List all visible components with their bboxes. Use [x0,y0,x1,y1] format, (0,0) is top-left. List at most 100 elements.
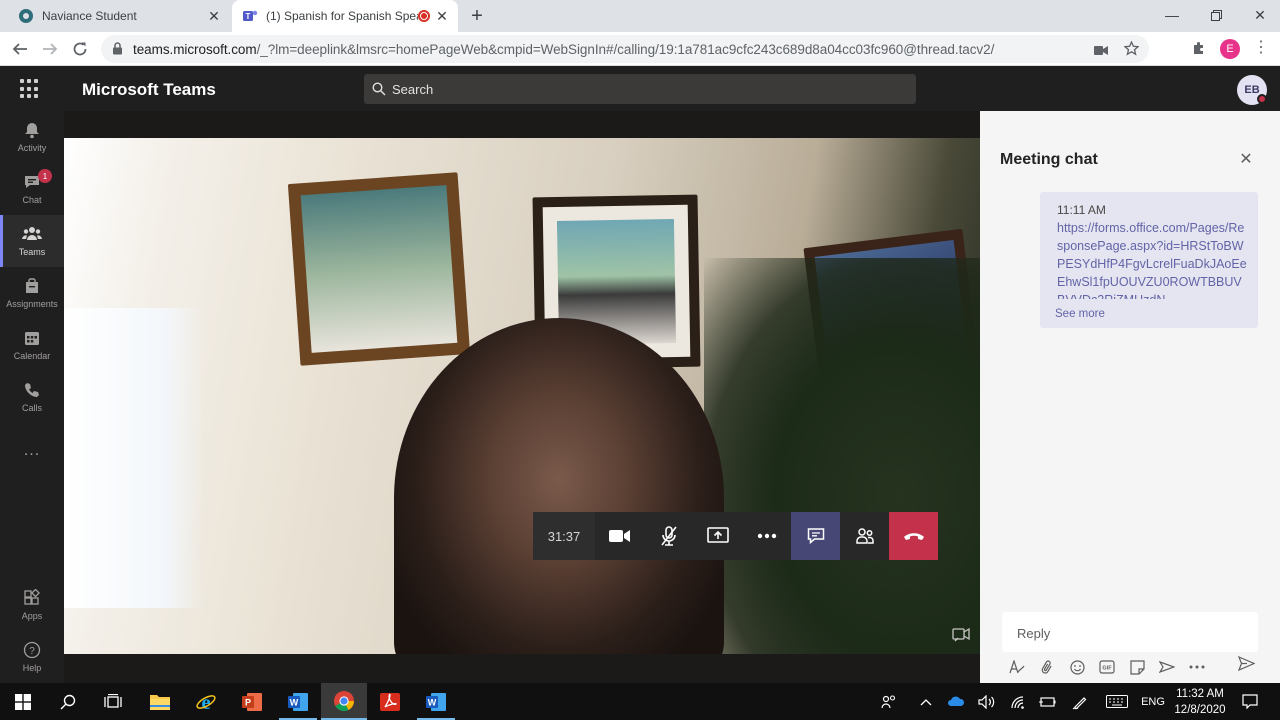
send-icon[interactable] [1237,655,1256,676]
forward-icon[interactable] [38,37,62,61]
task-view-button[interactable] [90,683,136,720]
video-camera-icon [608,530,630,542]
battery-icon[interactable] [1035,683,1059,720]
more-options-icon[interactable] [1182,655,1212,679]
recording-indicator-icon [418,10,430,22]
search-icon [60,694,76,709]
tab-naviance-student[interactable]: Naviance Student ✕ [8,0,230,32]
taskbar-chrome[interactable] [321,683,367,720]
rail-item-assignments[interactable]: Assignments [0,267,64,319]
apps-icon [24,589,40,605]
svg-text:W: W [428,697,437,707]
rail-item-help[interactable]: ? Help [0,631,64,683]
calendar-icon [25,332,39,345]
reply-input[interactable]: Reply [1002,612,1258,652]
word-icon: W [288,692,308,711]
rail-item-teams[interactable]: Teams [0,215,64,267]
more-actions-button[interactable] [742,512,791,560]
teams-favicon-icon: T [242,8,258,24]
touch-keyboard-icon[interactable] [1104,683,1130,720]
hang-up-button[interactable] [889,512,938,560]
app-title: Microsoft Teams [82,80,216,99]
assignments-icon [26,278,38,293]
pen-workspace-icon[interactable] [1068,683,1092,720]
address-bar[interactable]: teams.microsoft.com/_?lm=deeplink&lmsrc=… [101,35,1149,63]
meeting-chat-panel: Meeting chat ✕ 11:11 AM https://forms.of… [980,111,1280,683]
restore-window-icon[interactable] [1194,0,1238,30]
search-input[interactable]: Search [364,74,916,104]
close-tab-icon[interactable]: ✕ [204,6,224,26]
close-window-icon[interactable]: ✕ [1238,0,1280,30]
taskbar-internet-explorer[interactable]: e [183,683,229,720]
show-conversation-button[interactable] [791,512,840,560]
wall-picture-frame [287,172,471,366]
chat-unread-badge: 1 [38,169,52,183]
task-view-icon [104,693,122,708]
onedrive-icon[interactable] [944,683,968,720]
close-chat-icon[interactable]: ✕ [1236,149,1256,169]
camera-toggle-button[interactable] [595,512,644,560]
share-screen-button[interactable] [693,512,742,560]
url-host: teams.microsoft.com [133,42,257,57]
camera-in-use-icon[interactable] [1094,43,1108,61]
device-settings-icon[interactable] [952,626,970,647]
message-link[interactable]: https://forms.office.com/Pages/ResponseP… [1057,219,1247,299]
rail-item-activity[interactable]: Activity [0,111,64,163]
call-controls-bar: 31:37 [533,512,938,560]
see-more-link[interactable]: See more [1055,308,1105,320]
rail-item-more[interactable]: ... [0,425,64,477]
emoji-icon[interactable] [1062,655,1092,679]
attach-icon[interactable] [1032,655,1062,679]
browser-toolbar: teams.microsoft.com/_?lm=deeplink&lmsrc=… [0,32,1280,66]
people-icon[interactable] [876,683,902,720]
meeting-stage: 31:37 [64,111,980,683]
show-hidden-icons-icon[interactable] [914,683,938,720]
minimize-window-icon[interactable]: — [1150,0,1194,30]
taskbar-acrobat[interactable] [367,683,413,720]
reload-icon[interactable] [68,37,92,61]
new-tab-button[interactable]: + [466,6,488,26]
taskbar-word[interactable]: W [275,683,321,720]
taskbar-search-button[interactable] [45,683,91,720]
input-language[interactable]: ENG [1138,683,1168,720]
rail-item-chat[interactable]: Chat 1 [0,163,64,215]
browser-tab-strip: Naviance Student ✕ T (1) Spanish for Spa… [0,0,1280,32]
show-participants-button[interactable] [840,512,889,560]
app-launcher-icon[interactable] [20,79,44,99]
browser-menu-icon[interactable]: ⋮ [1253,40,1269,56]
powerpoint-icon: P [242,692,262,711]
chrome-icon [334,690,355,711]
meet-now-icon[interactable] [1152,655,1182,679]
format-icon[interactable] [1002,655,1032,679]
volume-icon[interactable] [974,683,998,720]
bookmark-star-icon[interactable] [1123,40,1140,61]
rail-item-calls[interactable]: Calls [0,371,64,423]
profile-avatar[interactable]: E [1220,39,1240,59]
start-button[interactable] [0,683,46,720]
close-tab-icon[interactable]: ✕ [432,6,452,26]
rail-item-calendar[interactable]: Calendar [0,319,64,371]
notifications-icon[interactable] [1236,683,1264,720]
message-timestamp: 11:11 AM [1057,203,1106,217]
taskbar-word-2[interactable]: W [413,683,459,720]
rail-label: Chat [22,195,42,205]
system-clock[interactable]: 11:32 AM 12/8/2020 [1166,686,1234,718]
gif-icon[interactable]: GIF [1092,655,1122,679]
sticker-icon[interactable] [1122,655,1152,679]
tab-teams-meeting[interactable]: T (1) Spanish for Spanish Speakers ✕ [232,0,458,32]
folder-icon [150,694,170,710]
lock-icon [112,42,123,60]
internet-explorer-icon: e [196,691,216,713]
svg-text:T: T [246,12,251,21]
extensions-puzzle-icon[interactable] [1191,41,1207,62]
rail-item-apps[interactable]: Apps [0,579,64,631]
naviance-favicon-icon [18,8,34,24]
search-placeholder: Search [392,82,434,97]
url-path: /_?lm=deeplink&lmsrc=homePageWeb&cmpid=W… [256,42,995,57]
mic-toggle-button[interactable] [644,512,693,560]
taskbar-powerpoint[interactable]: P [229,683,275,720]
taskbar-file-explorer[interactable] [137,683,183,720]
wifi-icon[interactable] [1006,683,1030,720]
app-rail: Activity Chat 1 Teams Assignments Calend… [0,111,64,683]
back-icon[interactable] [8,37,32,61]
